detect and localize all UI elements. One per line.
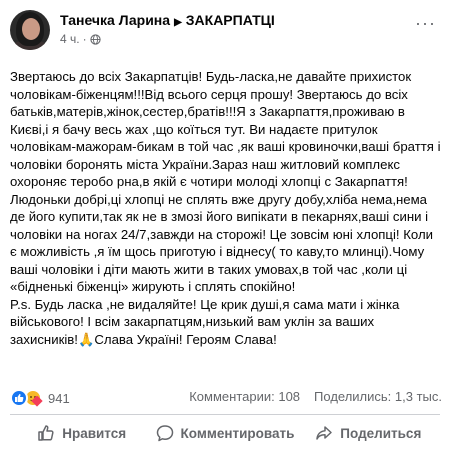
share-label: Поделиться [340,425,422,441]
comment-button[interactable]: Комментировать [153,418,296,448]
globe-icon [89,33,101,45]
divider [10,414,440,415]
share-button[interactable]: Поделиться [297,418,440,448]
shares-count[interactable]: Поделились: 1,3 тыс. [314,389,442,404]
comments-count[interactable]: Комментарии: 108 [189,389,300,404]
author-line: Танечка Ларина ▶ ЗАКАРПАТЦІ [60,12,275,28]
like-label: Нравится [62,425,127,441]
post-header: Танечка Ларина ▶ ЗАКАРПАТЦІ 4 ч. · ··· [10,10,440,62]
action-bar: Нравится Комментировать Поделиться [10,418,440,448]
post-meta: 4 ч. · [60,32,101,46]
post-time[interactable]: 4 ч. [60,32,80,46]
arrow-right-icon: ▶ [174,17,182,28]
post-text-ps: P.s. Будь ласка ,не видаляйте! Це крик д… [10,296,400,347]
comment-label: Комментировать [180,425,295,441]
group-name[interactable]: ЗАКАРПАТЦІ [186,12,275,28]
like-reaction-icon [10,389,28,407]
like-button[interactable]: Нравится [10,418,153,448]
post-stats: 941 Комментарии: 108 Поделились: 1,3 тыс… [10,388,442,408]
post-text-main: Звертаюсь до всіх Закарпатців! Будь-ласк… [10,69,441,294]
stats-right: Комментарии: 108 Поделились: 1,3 тыс. [189,389,442,404]
post-body: Звертаюсь до всіх Закарпатців! Будь-ласк… [10,68,442,348]
reaction-count: 941 [48,390,70,406]
share-icon [316,426,333,440]
avatar[interactable] [10,10,50,50]
more-options-button[interactable]: ··· [415,14,436,32]
author-name[interactable]: Танечка Ларина [60,12,170,28]
thumbs-up-icon [38,425,54,441]
reactions-summary[interactable]: 941 [10,389,70,407]
meta-separator: · [82,32,87,46]
comment-icon [156,425,173,442]
